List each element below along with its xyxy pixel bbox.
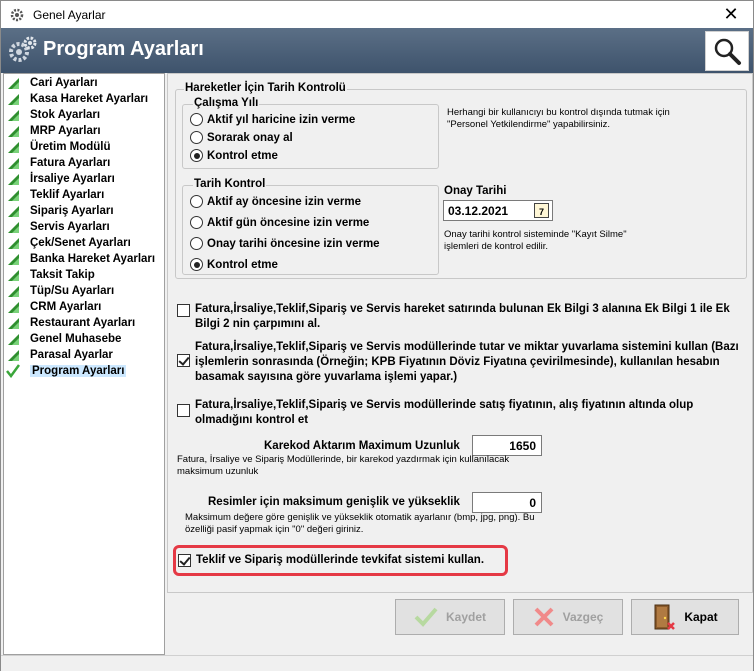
date-check-title: Tarih Kontrol — [193, 178, 267, 190]
calendar-icon[interactable]: 7 — [534, 203, 549, 218]
barcode-length-field[interactable]: 1650 — [472, 435, 542, 456]
sidebar-item[interactable]: MRP Ayarları — [6, 123, 101, 139]
triangle-icon — [8, 350, 19, 361]
check-icon — [6, 364, 20, 378]
title-bar: Genel Ayarlar ✕ — [1, 1, 753, 28]
radio-year-opt-2[interactable]: Sorarak onay al — [190, 131, 293, 144]
radio-circle[interactable] — [190, 195, 203, 208]
sidebar-item[interactable]: Sipariş Ayarları — [6, 203, 114, 219]
radio-year-opt-1[interactable]: Aktif yıl haricine izin verme — [190, 113, 355, 126]
sidebar-item[interactable]: Genel Muhasebe — [6, 331, 121, 347]
cancel-button[interactable]: Vazgeç — [513, 599, 623, 635]
triangle-icon — [8, 142, 19, 153]
checkbox[interactable] — [177, 354, 190, 367]
header-banner: Program Ayarları — [1, 28, 753, 73]
sidebar-item[interactable]: Kasa Hareket Ayarları — [6, 91, 148, 107]
triangle-icon — [8, 238, 19, 249]
option-price-check[interactable]: Fatura,İrsaliye,Teklif,Sipariş ve Servis… — [177, 398, 747, 428]
triangle-icon — [8, 270, 19, 281]
sidebar-item[interactable]: Restaurant Ayarları — [6, 315, 135, 331]
triangle-icon — [8, 190, 19, 201]
checkbox[interactable] — [178, 554, 191, 567]
sidebar-item[interactable]: Taksit Takip — [6, 267, 95, 283]
radio-circle[interactable] — [190, 216, 203, 229]
image-size-label: Resimler için maksimum genişlik ve yükse… — [208, 496, 460, 508]
page-title: Program Ayarları — [43, 38, 204, 60]
sidebar-item[interactable]: Çek/Senet Ayarları — [6, 235, 131, 251]
triangle-icon — [8, 94, 19, 105]
radio-year-opt-3[interactable]: Kontrol etme — [190, 149, 278, 162]
x-icon — [534, 607, 554, 627]
work-year-title: Çalışma Yılı — [193, 97, 260, 109]
radio-circle[interactable] — [190, 113, 203, 126]
gears-icon — [9, 36, 37, 62]
checkbox[interactable] — [177, 404, 190, 417]
image-size-field[interactable]: 0 — [472, 492, 542, 513]
close-button[interactable]: Kapat — [631, 599, 739, 635]
magnifier-icon[interactable] — [712, 36, 742, 66]
radio-date-opt-4[interactable]: Kontrol etme — [190, 258, 278, 271]
triangle-icon — [8, 206, 19, 217]
settings-panel: Hareketler İçin Tarih Kontrolü Çalışma Y… — [167, 73, 753, 593]
checkmark-icon — [414, 607, 438, 627]
sidebar-item[interactable]: Program Ayarları — [6, 363, 127, 379]
sidebar-item[interactable]: CRM Ayarları — [6, 299, 101, 315]
triangle-icon — [8, 126, 19, 137]
radio-date-opt-1[interactable]: Aktif ay öncesine izin verme — [190, 195, 361, 208]
close-icon[interactable]: ✕ — [723, 4, 738, 25]
settings-window: Genel Ayarlar ✕ Program Ayarları Cari Ay… — [0, 0, 754, 671]
sidebar-item[interactable]: Stok Ayarları — [6, 107, 100, 123]
option-ek-bilgi[interactable]: Fatura,İrsaliye,Teklif,Sipariş ve Servis… — [177, 302, 747, 332]
sidebar-item[interactable]: Teklif Ayarları — [6, 187, 104, 203]
image-size-note: Maksimum değere göre genişlik ve yüksekl… — [185, 512, 535, 535]
date-control-group-title: Hareketler İçin Tarih Kontrolü — [184, 82, 347, 94]
triangle-icon — [8, 334, 19, 345]
radio-circle[interactable] — [190, 237, 203, 250]
radio-circle[interactable] — [190, 131, 203, 144]
gear-app-icon — [10, 8, 24, 21]
radio-date-opt-3[interactable]: Onay tarihi öncesine izin verme — [190, 237, 380, 250]
sidebar-item[interactable]: Cari Ayarları — [6, 75, 98, 91]
approval-date-label: Onay Tarihi — [444, 185, 507, 197]
triangle-icon — [8, 78, 19, 89]
sidebar-item[interactable]: Tüp/Su Ayarları — [6, 283, 114, 299]
radio-circle[interactable] — [190, 258, 203, 271]
window-close-button[interactable]: ✕ — [709, 1, 753, 28]
radio-date-opt-2[interactable]: Aktif gün öncesine izin verme — [190, 216, 369, 229]
sidebar-item[interactable]: İrsaliye Ayarları — [6, 171, 115, 187]
option-withholding[interactable]: Teklif ve Sipariş modüllerinde tevkifat … — [178, 553, 484, 568]
triangle-icon — [8, 302, 19, 313]
triangle-icon — [8, 318, 19, 329]
approval-date-field[interactable]: 03.12.2021 7 — [443, 200, 553, 221]
triangle-icon — [8, 222, 19, 233]
approval-note: Onay tarihi kontrol sisteminde "Kayıt Si… — [444, 229, 627, 252]
sidebar-item[interactable]: Üretim Modülü — [6, 139, 111, 155]
year-note: Herhangi bir kullanıcıyı bu kontrol dışı… — [447, 107, 670, 130]
triangle-icon — [8, 286, 19, 297]
sidebar-item[interactable]: Parasal Ayarlar — [6, 347, 113, 363]
door-exit-icon — [654, 604, 676, 630]
window-title: Genel Ayarlar — [33, 7, 106, 22]
triangle-icon — [8, 174, 19, 185]
radio-circle[interactable] — [190, 149, 203, 162]
triangle-icon — [8, 254, 19, 265]
option-rounding[interactable]: Fatura,İrsaliye,Teklif,Sipariş ve Servis… — [177, 340, 747, 385]
settings-category-list: Cari Ayarları Kasa Hareket Ayarları Stok A… — [3, 73, 165, 655]
barcode-length-label: Karekod Aktarım Maximum Uzunluk — [264, 440, 460, 452]
sidebar-item[interactable]: Banka Hareket Ayarları — [6, 251, 155, 267]
triangle-icon — [8, 110, 19, 121]
sidebar-item[interactable]: Fatura Ayarları — [6, 155, 110, 171]
triangle-icon — [8, 158, 19, 169]
barcode-note: Fatura, İrsaliye ve Sipariş Modüllerinde… — [177, 454, 510, 477]
search-button[interactable] — [705, 31, 749, 71]
sidebar-item[interactable]: Servis Ayarları — [6, 219, 110, 235]
checkbox[interactable] — [177, 304, 190, 317]
status-bar — [1, 655, 753, 671]
save-button[interactable]: Kaydet — [395, 599, 505, 635]
